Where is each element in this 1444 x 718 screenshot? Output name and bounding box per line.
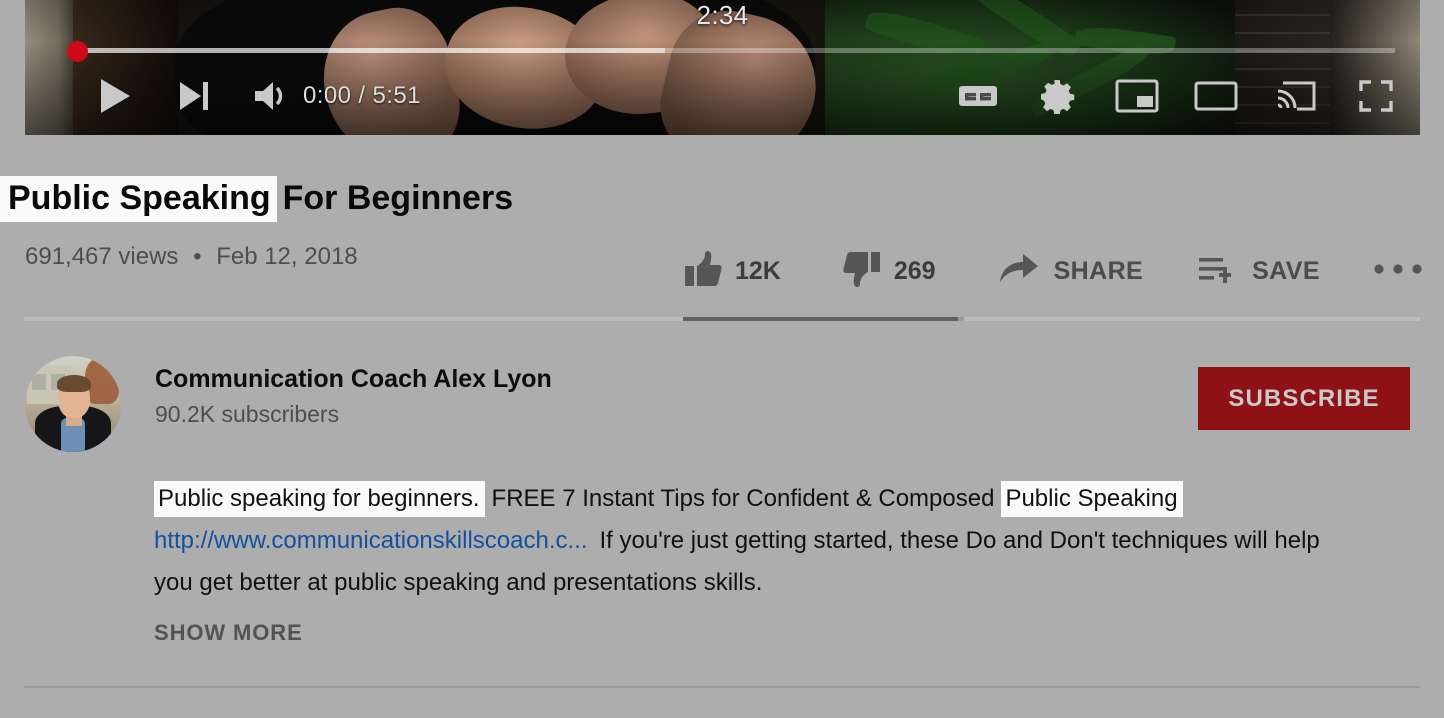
- video-description: Public speaking for beginners. FREE 7 Ins…: [154, 478, 1354, 604]
- captions-cc-button[interactable]: [945, 68, 1011, 124]
- share-arrow-icon: [998, 252, 1040, 291]
- progress-loaded: [72, 48, 665, 53]
- show-more-button[interactable]: SHOW MORE: [154, 620, 303, 646]
- dislike-ratio-fill: [958, 317, 964, 321]
- progress-bar[interactable]: [25, 41, 1420, 62]
- subscribe-button[interactable]: SUBSCRIBE: [1198, 367, 1410, 430]
- theater-mode-button[interactable]: [1183, 68, 1249, 124]
- page-title: Public Speaking For Beginners: [0, 171, 513, 225]
- like-ratio-fill: [683, 317, 958, 321]
- player-controls: 0:00 / 5:51: [25, 68, 1420, 124]
- miniplayer-button[interactable]: [1104, 68, 1170, 124]
- subscriber-count: 90.2K subscribers: [155, 401, 340, 427]
- like-count: 12K: [735, 256, 781, 285]
- description-link[interactable]: http://www.communicationskillscoach.c...: [154, 527, 588, 554]
- more-actions-button[interactable]: [1372, 262, 1424, 281]
- publish-date: Feb 12, 2018: [216, 243, 358, 270]
- share-button[interactable]: SHARE: [998, 252, 1144, 291]
- volume-button[interactable]: [240, 68, 306, 124]
- description-highlight-2: Public Speaking: [1001, 481, 1183, 517]
- seek-time-tooltip: 2:34: [696, 0, 749, 30]
- action-bar: 12K 269 SHARE SAVE: [683, 240, 1424, 302]
- play-button[interactable]: [82, 68, 148, 124]
- like-ratio-bar: [24, 317, 1420, 321]
- save-playlist-icon: [1198, 254, 1238, 289]
- description-highlight-1: Public speaking for beginners.: [154, 481, 485, 517]
- video-player[interactable]: 2:34 0:00 / 5:51: [25, 0, 1420, 135]
- youtube-watch-page: 2:34 0:00 / 5:51 Public Speaking For Beg…: [0, 0, 1444, 718]
- video-meta: 691,467 views • Feb 12, 2018: [25, 243, 358, 271]
- time-display: 0:00 / 5:51: [303, 82, 421, 109]
- save-label: SAVE: [1252, 256, 1320, 285]
- save-button[interactable]: SAVE: [1198, 254, 1320, 289]
- like-button[interactable]: 12K: [683, 250, 781, 293]
- section-divider: [24, 686, 1420, 688]
- thumb-up-icon: [683, 250, 723, 293]
- description-text-1: FREE 7 Instant Tips for Confident & Comp…: [491, 485, 995, 512]
- title-highlight: Public Speaking: [0, 176, 277, 222]
- video-title-row: Public Speaking For Beginners: [0, 171, 513, 225]
- dislike-button[interactable]: 269: [842, 250, 936, 293]
- cast-button[interactable]: [1263, 68, 1329, 124]
- avatar-person-hair: [57, 375, 91, 392]
- channel-row: Communication Coach Alex Lyon 90.2K subs…: [25, 356, 1420, 452]
- progress-scrubber-handle[interactable]: [67, 41, 88, 62]
- fullscreen-button[interactable]: [1343, 68, 1409, 124]
- thumb-down-icon: [842, 250, 882, 293]
- view-count: 691,467 views: [25, 243, 179, 270]
- title-rest: For Beginners: [282, 179, 514, 217]
- share-label: SHARE: [1053, 256, 1144, 285]
- more-dots-icon: [1372, 262, 1424, 281]
- dislike-count: 269: [893, 256, 936, 285]
- channel-name[interactable]: Communication Coach Alex Lyon: [155, 365, 552, 394]
- settings-gear-button[interactable]: [1024, 68, 1090, 124]
- next-video-button[interactable]: [161, 68, 227, 124]
- meta-dot: •: [193, 243, 202, 270]
- avatar[interactable]: [25, 356, 121, 452]
